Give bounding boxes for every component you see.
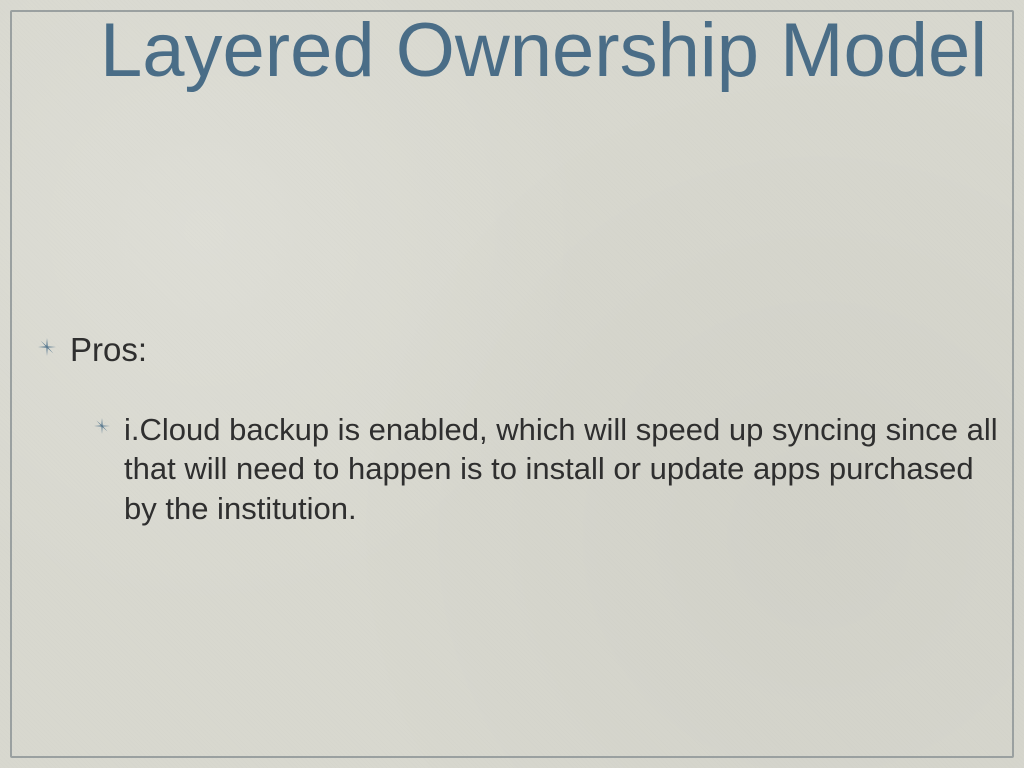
slide-title: Layered Ownership Model [100, 12, 987, 90]
list-item: i.Cloud backup is enabled, which will sp… [94, 410, 1000, 529]
list-item-label: Pros: [70, 330, 147, 370]
starburst-icon [38, 338, 56, 356]
list-item: Pros: [38, 330, 1000, 370]
list-item-text: i.Cloud backup is enabled, which will sp… [124, 410, 1000, 529]
slide-body: Pros: i.Cloud backup is enabled, which w… [38, 330, 1000, 529]
starburst-icon [94, 418, 110, 434]
